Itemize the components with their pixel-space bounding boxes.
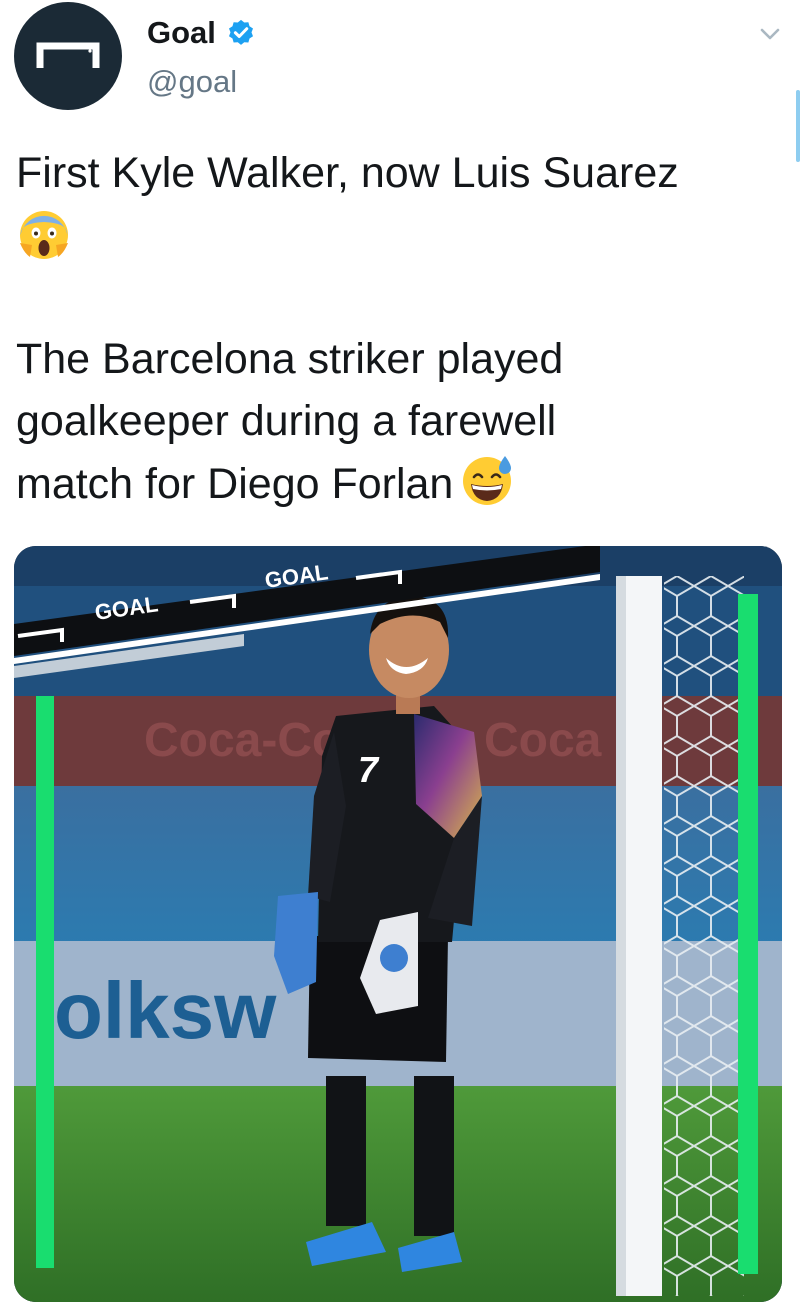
tweet-line: The Barcelona striker played <box>16 335 564 383</box>
tweet-emoji-line <box>16 204 786 266</box>
jersey-number: 7 <box>358 749 380 790</box>
goal-logo-icon <box>36 42 100 68</box>
grinning-face-with-sweat-emoji <box>463 456 512 505</box>
tweet-media-photo[interactable]: Coca-Cola Coca olksw en 7 GOAL GOAL <box>14 546 782 1302</box>
tweet-line-with-emoji: match for Diego Forlan <box>16 452 786 515</box>
frame-bar-right <box>738 594 758 1274</box>
display-name[interactable]: Goal <box>147 15 216 51</box>
username[interactable]: @goal <box>147 64 237 100</box>
tweet-line: First Kyle Walker, now Luis Suarez <box>16 149 679 197</box>
frame-bar-left <box>36 696 54 1268</box>
tweet-line: goalkeeper during a farewell <box>16 397 557 445</box>
screaming-in-fear-emoji <box>20 211 68 259</box>
tweet-line: match for Diego Forlan <box>16 460 454 508</box>
author-name-row[interactable]: Goal <box>147 12 256 54</box>
background-sign-text: Coca <box>484 714 602 767</box>
verified-badge-icon <box>228 19 253 45</box>
tweet-text: First Kyle Walker, now Luis Suarez The B… <box>16 142 786 515</box>
avatar[interactable] <box>14 2 122 110</box>
scrollbar[interactable] <box>796 90 800 162</box>
photo-scene: Coca-Cola Coca olksw en 7 GOAL GOAL <box>14 546 782 1302</box>
chevron-down-icon[interactable] <box>756 20 784 48</box>
